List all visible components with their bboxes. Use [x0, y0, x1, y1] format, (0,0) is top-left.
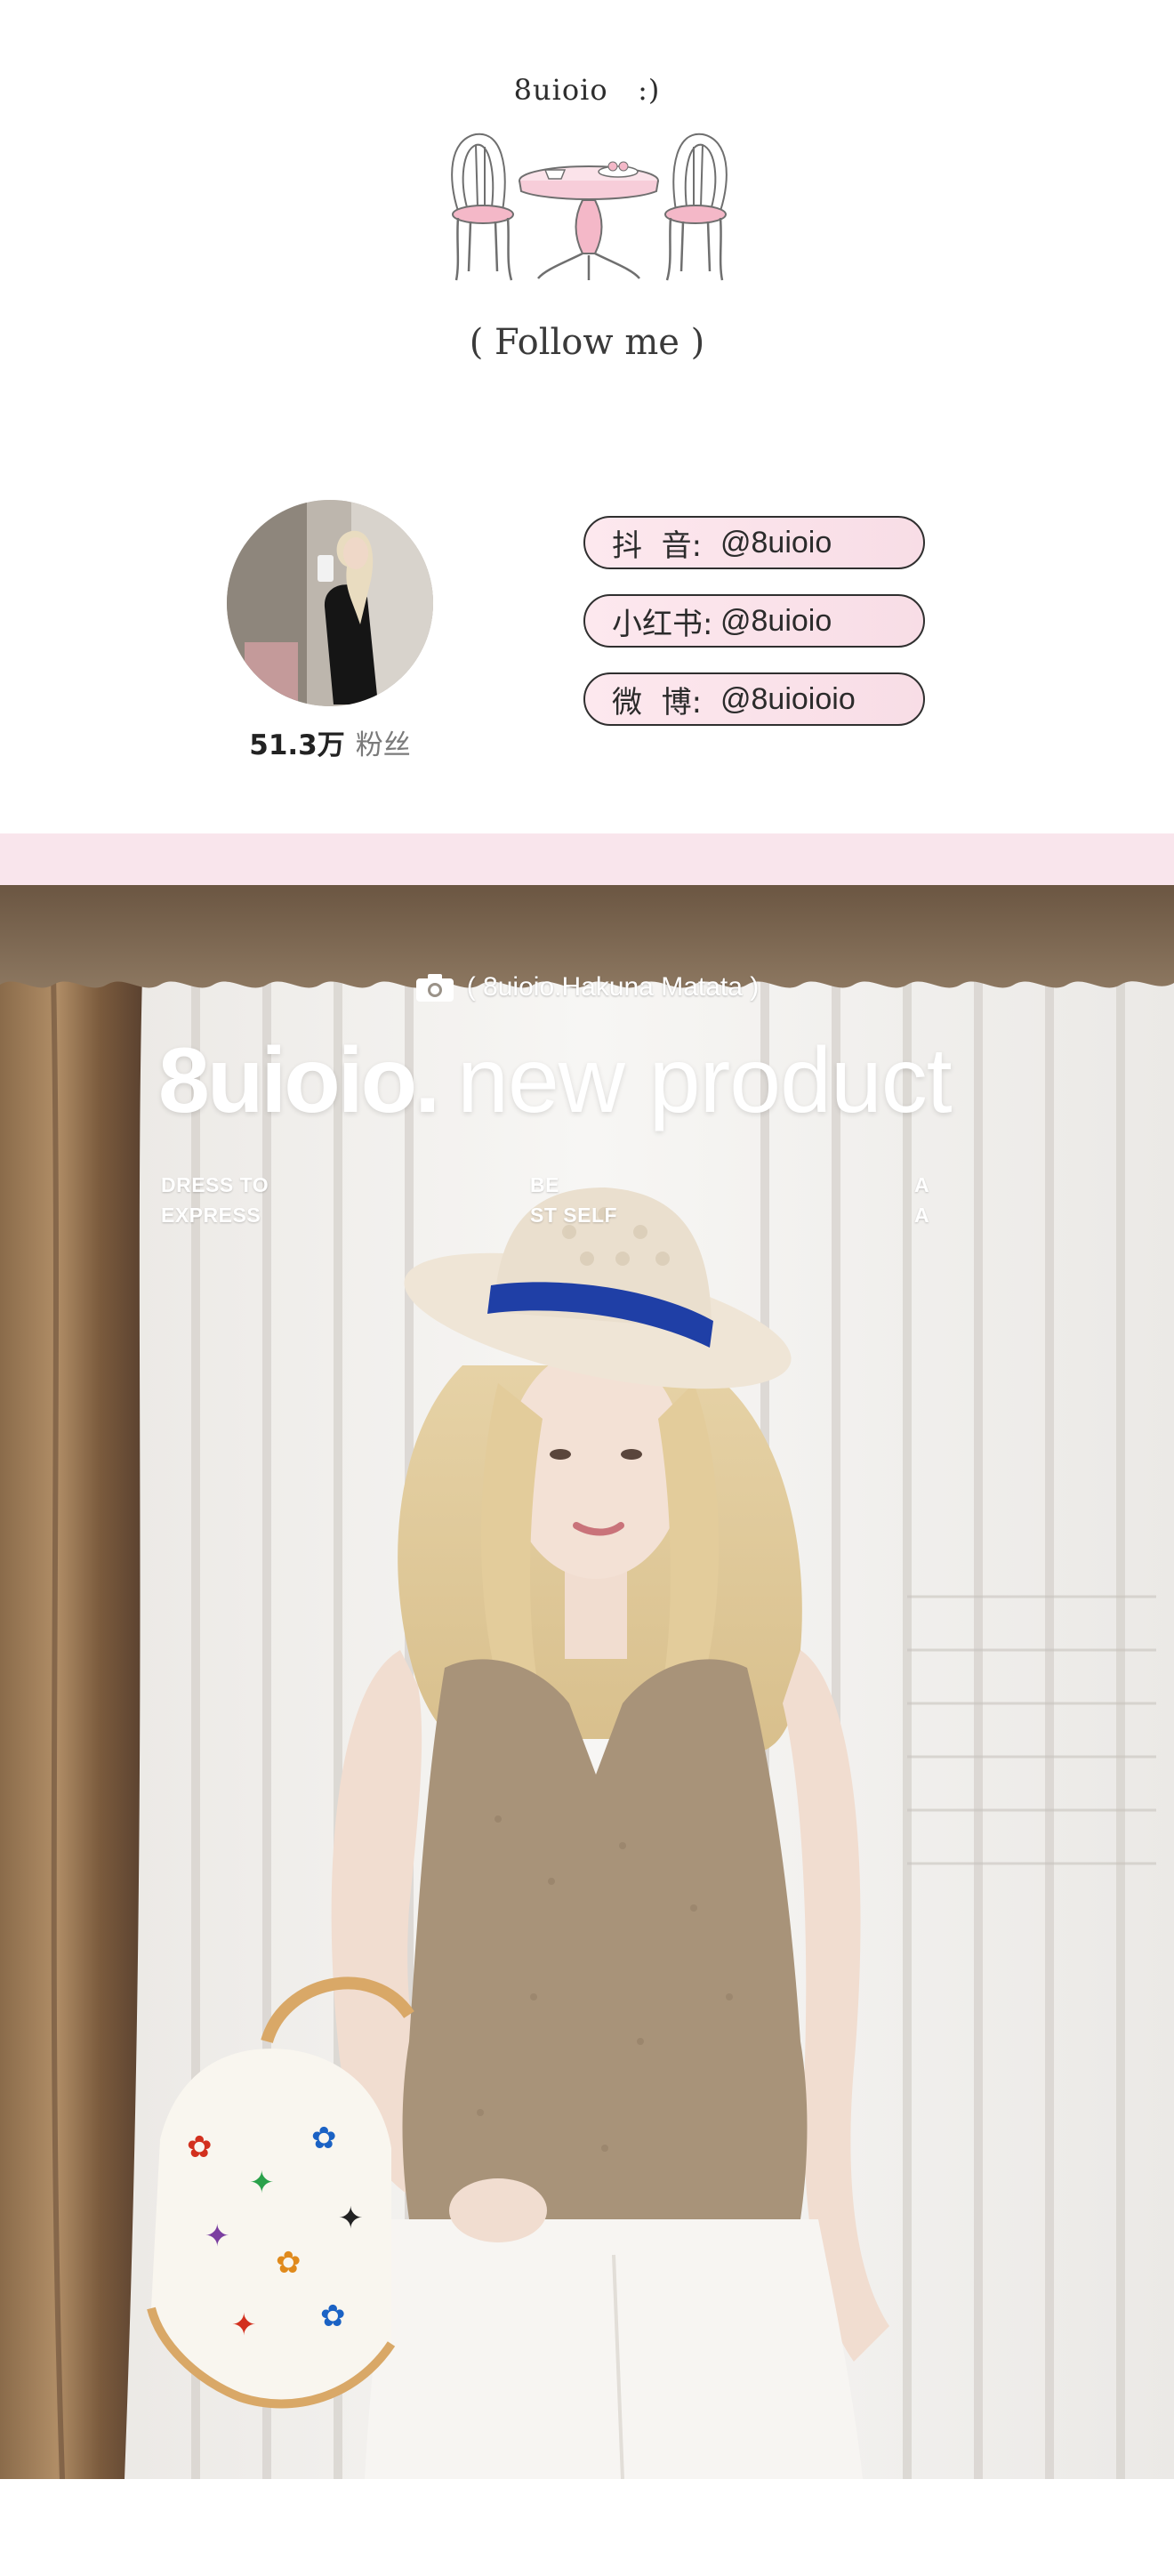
svg-text:✿: ✿ — [311, 2121, 337, 2156]
svg-text:✦: ✦ — [338, 2201, 364, 2236]
camera-icon — [415, 974, 454, 1002]
svg-text:✦: ✦ — [249, 2165, 275, 2201]
bottom-white-band — [0, 2479, 1174, 2576]
cafe-table-chairs-illustration — [451, 133, 728, 281]
social-handle: @8uioio — [720, 525, 832, 559]
xiaohongshu-handle-pill[interactable]: 小红书: @8uioio — [583, 594, 925, 648]
hero-title: 8uioio. new product — [158, 1034, 953, 1127]
platform-label: 小红书: — [612, 606, 713, 642]
svg-text:✦: ✦ — [205, 2218, 230, 2254]
hero-title-brand: 8uioio. — [158, 1029, 440, 1132]
hero-subtext-right: A A — [914, 1173, 930, 1227]
hero-tag: ( 8uioio.Hakuna Matata ) — [0, 972, 1174, 1002]
hero-title-text: new product — [457, 1029, 953, 1132]
douyin-handle-pill[interactable]: 抖 音: @8uioio — [583, 516, 925, 569]
weibo-handle-pill[interactable]: 微 博: @8uioioio — [583, 672, 925, 726]
svg-text:✦: ✦ — [231, 2307, 257, 2343]
hero-subtext-left: DRESS TO EXPRESS — [161, 1173, 269, 1227]
svg-text:✿: ✿ — [320, 2298, 346, 2334]
pink-divider-band — [0, 833, 1174, 885]
follower-unit: 粉丝 — [355, 729, 411, 761]
hero-tag-text: ( 8uioio.Hakuna Matata ) — [466, 972, 760, 1002]
product-page: 8uioio :) (Follow me) 51.3万 粉丝 抖 音: @8… — [0, 0, 1174, 2576]
follow-me-text: ( Follow me ) — [469, 322, 705, 363]
follower-stats: 51.3万 粉丝 — [205, 722, 455, 762]
follower-count: 51.3万 — [249, 729, 345, 761]
svg-text:✿: ✿ — [276, 2245, 302, 2281]
svg-text:✿: ✿ — [187, 2129, 213, 2165]
social-handle: @8uioio — [720, 603, 832, 638]
social-handle: @8uioioio — [720, 681, 856, 716]
platform-label: 抖 音: — [612, 527, 703, 564]
hero-subtext-middle: BE ST SELF — [530, 1173, 618, 1227]
brand-name: 8uioio :) — [513, 73, 661, 107]
profile-avatar[interactable] — [227, 500, 433, 706]
platform-label: 微 博: — [612, 684, 703, 720]
hero-product-photo: ✿ ✦ ✿ ✦ ✿ ✦ ✦ ✿ ( 8uioio.Hakuna Matata ) — [0, 885, 1174, 2479]
